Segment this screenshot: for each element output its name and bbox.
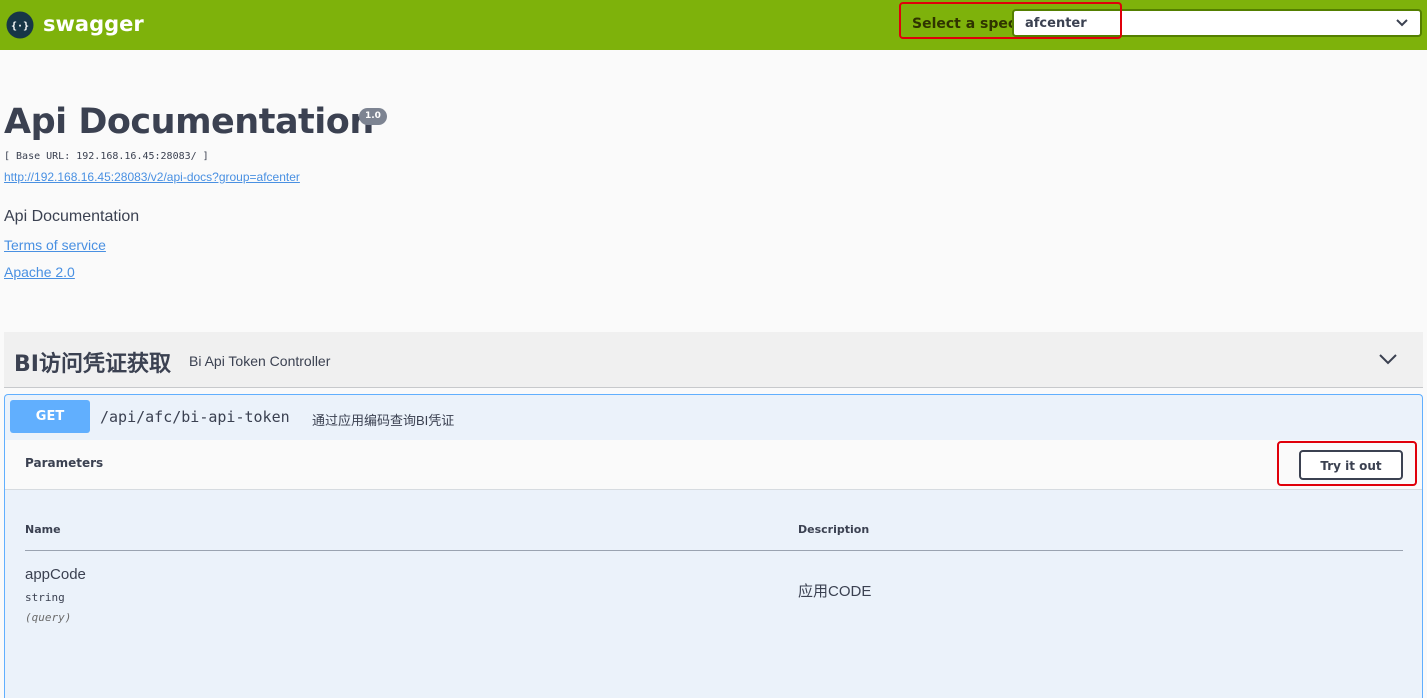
version-badge: 1.0 <box>359 108 387 125</box>
operation-path: /api/afc/bi-api-token <box>100 408 290 426</box>
license-link[interactable]: Apache 2.0 <box>4 264 75 280</box>
tag-section-header[interactable]: BI访问凭证获取 Bi Api Token Controller <box>4 332 1423 388</box>
try-it-out-button[interactable]: Try it out <box>1299 450 1403 480</box>
tag-description: Bi Api Token Controller <box>189 353 331 369</box>
column-header-name: Name <box>25 523 61 536</box>
brand-name[interactable]: swagger <box>43 12 144 36</box>
table-divider <box>25 550 1403 551</box>
chevron-down-icon[interactable] <box>1378 352 1398 366</box>
base-url: [ Base URL: 192.168.16.45:28083/ ] <box>4 151 209 162</box>
parameter-description: 应用CODE <box>798 583 872 600</box>
spec-select-value: afcenter <box>1025 16 1087 31</box>
terms-of-service-link[interactable]: Terms of service <box>4 237 106 253</box>
parameters-header: Parameters Try it out <box>5 440 1422 490</box>
operation-summary[interactable]: GET /api/afc/bi-api-token 通过应用编码查询BI凭证 <box>5 395 1422 440</box>
column-header-description: Description <box>798 523 870 536</box>
api-docs-link[interactable]: http://192.168.16.45:28083/v2/api-docs?g… <box>4 170 300 184</box>
api-description: Api Documentation <box>4 208 140 225</box>
tag-name: BI访问凭证获取 <box>14 352 171 377</box>
parameters-title: Parameters <box>25 456 104 470</box>
parameter-name: appCode <box>25 566 86 583</box>
swagger-logo-icon: {·} <box>6 11 34 39</box>
chevron-down-icon <box>1396 19 1408 27</box>
operation-block-get: GET /api/afc/bi-api-token 通过应用编码查询BI凭证 P… <box>4 394 1423 698</box>
parameter-type: string <box>25 591 65 604</box>
spec-select-label: Select a spec <box>912 16 1017 32</box>
svg-text:{·}: {·} <box>11 21 29 32</box>
top-bar: {·} swagger Select a spec afcenter <box>0 0 1427 50</box>
parameter-location: (query) <box>25 611 72 624</box>
spec-select[interactable]: afcenter <box>1012 9 1422 37</box>
http-method-badge: GET <box>10 400 90 433</box>
page-title: Api Documentation <box>4 102 374 142</box>
operation-summary-text: 通过应用编码查询BI凭证 <box>312 413 455 428</box>
